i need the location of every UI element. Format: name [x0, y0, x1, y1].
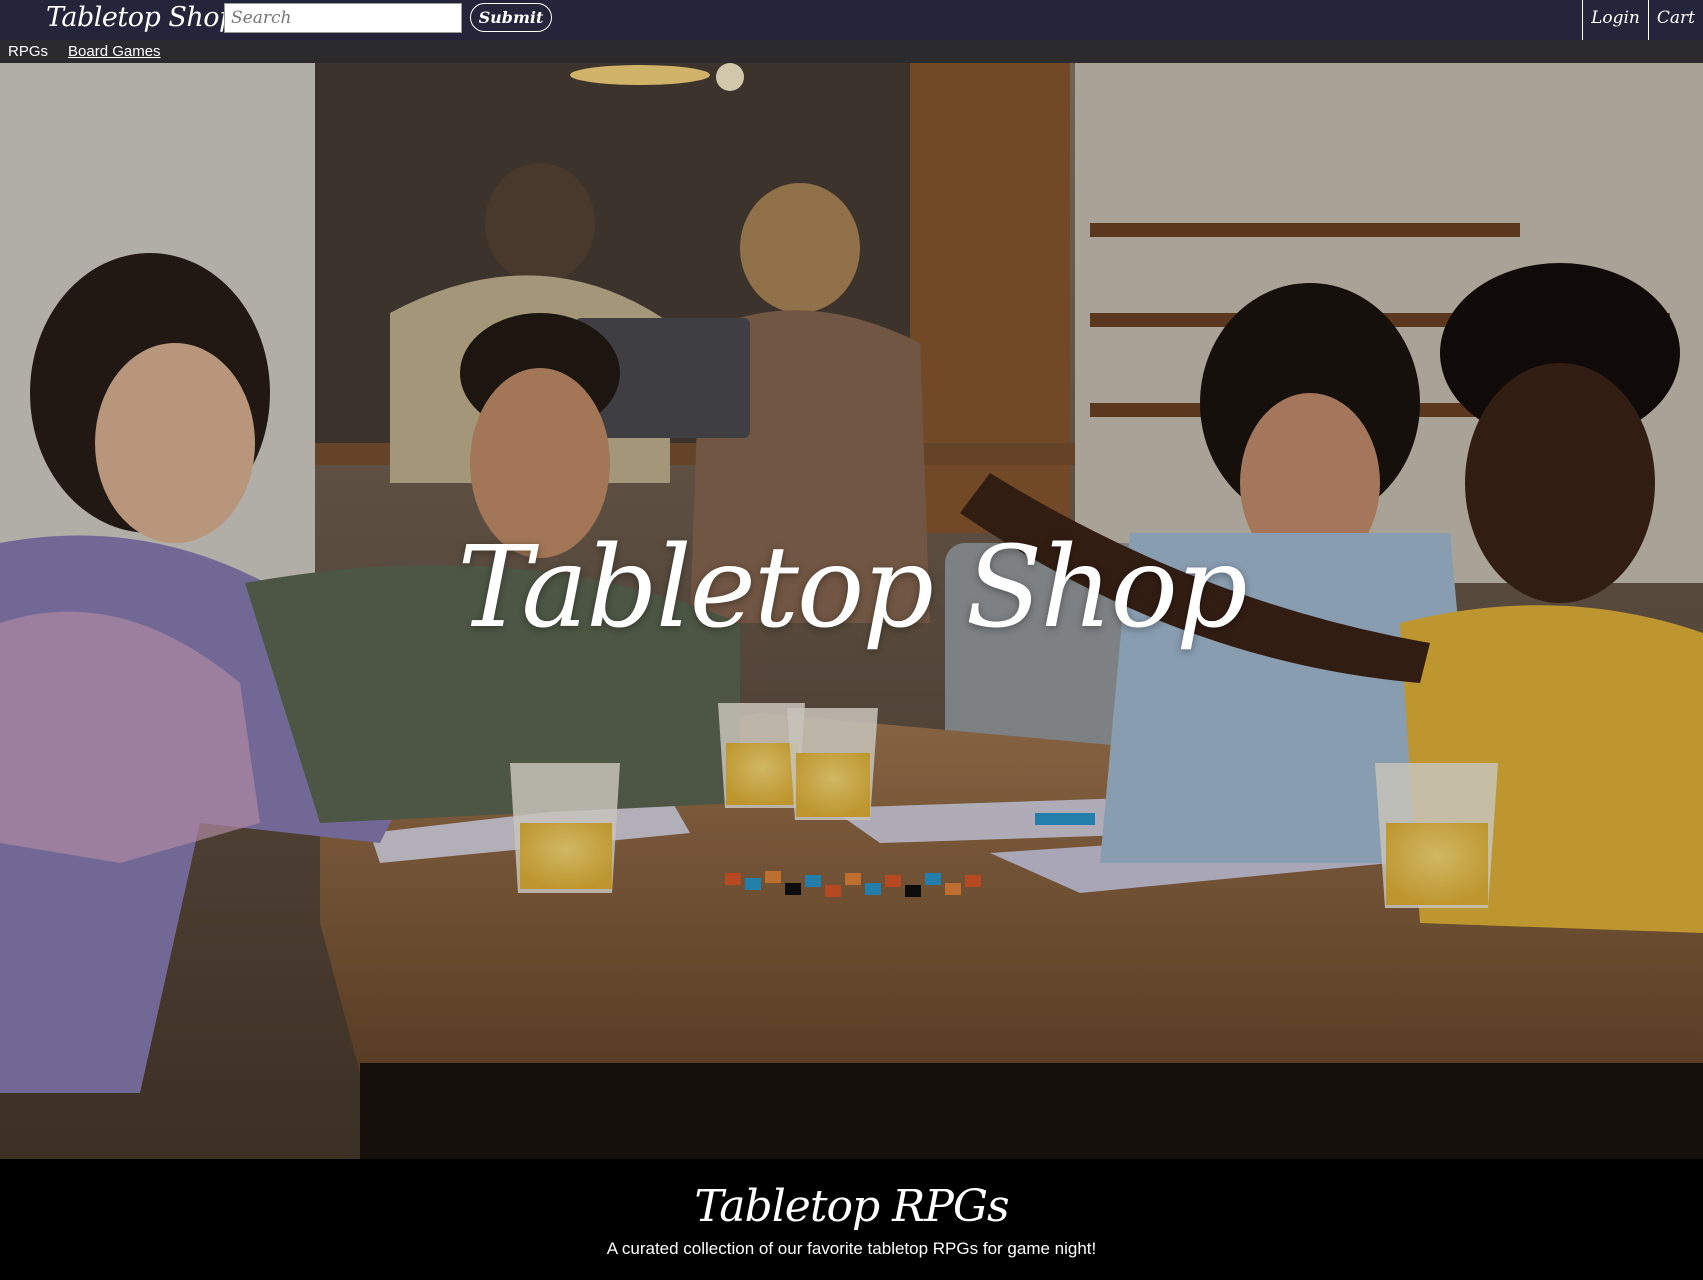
section-description: A curated collection of our favorite tab…	[606, 1239, 1097, 1258]
search-input[interactable]	[224, 3, 462, 33]
brand-logo[interactable]: Tabletop Shop	[46, 1, 236, 35]
hero-banner: Tabletop Shop	[0, 63, 1703, 1159]
section-title: Tabletop RPGs	[694, 1181, 1009, 1232]
hero-title: Tabletop Shop	[457, 523, 1247, 653]
account-links: Login Cart	[1582, 0, 1703, 40]
category-nav: RPGs Board Games	[0, 40, 1703, 63]
nav-item-rpgs[interactable]: RPGs	[8, 43, 48, 60]
rpg-section: Tabletop RPGs A curated collection of ou…	[0, 1159, 1703, 1280]
submit-button[interactable]: Submit	[470, 3, 552, 32]
top-navbar: Tabletop Shop Submit Login Cart	[0, 0, 1703, 40]
login-link[interactable]: Login	[1582, 0, 1648, 40]
cart-link[interactable]: Cart	[1647, 0, 1703, 40]
nav-item-board-games[interactable]: Board Games	[68, 43, 161, 60]
